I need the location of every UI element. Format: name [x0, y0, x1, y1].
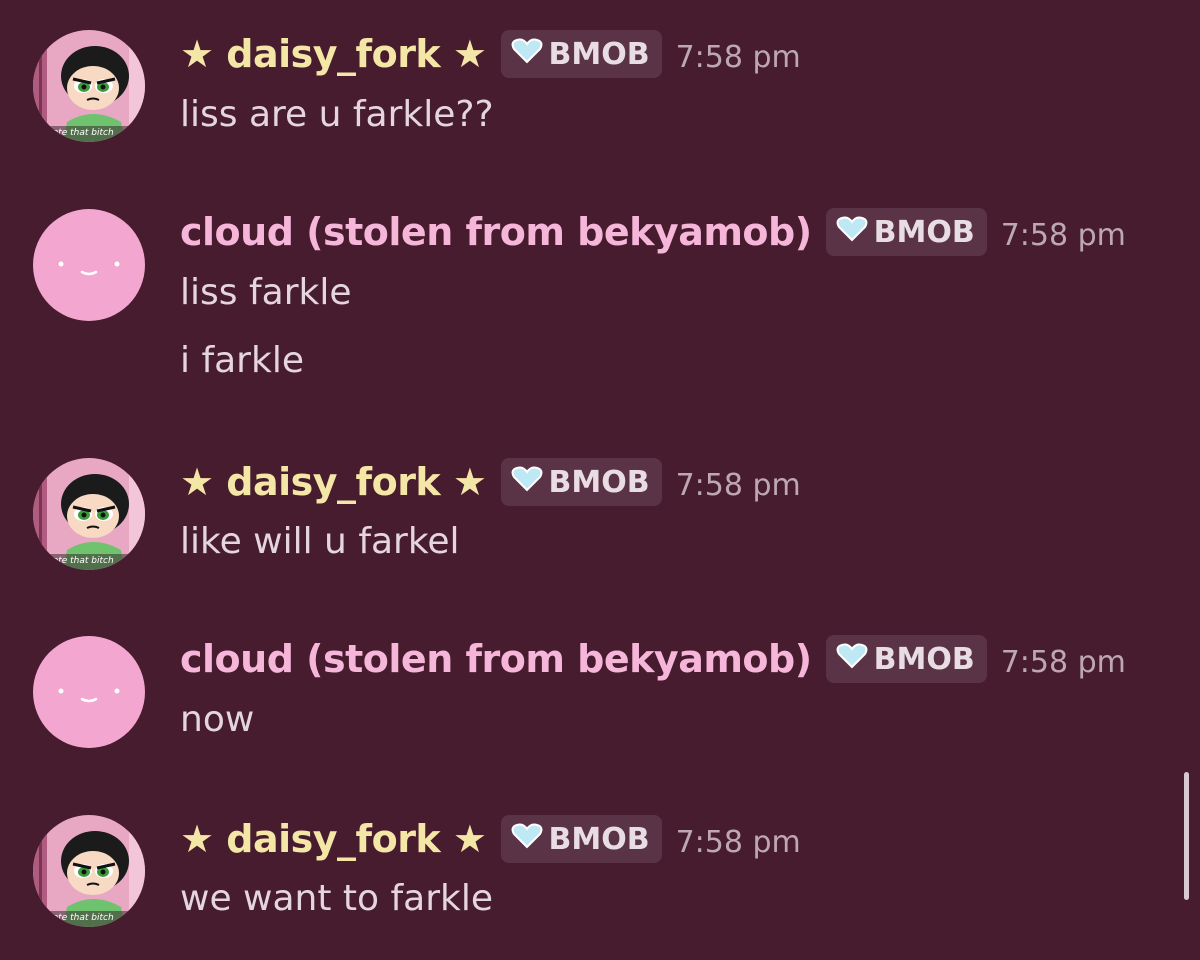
heart-icon — [511, 465, 543, 500]
avatar[interactable]: hate that bitch — [33, 30, 145, 142]
username[interactable]: cloud (stolen from bekyamob) — [180, 637, 812, 681]
role-badge[interactable]: BMOB — [825, 635, 987, 683]
heart-icon — [511, 822, 543, 857]
role-badge[interactable]: BMOB — [500, 458, 662, 506]
message-text: now — [180, 699, 255, 740]
buttercup-avatar-icon — [33, 458, 145, 570]
buttercup-avatar-icon — [33, 815, 145, 927]
timestamp: 7:58 pm — [675, 39, 801, 75]
username[interactable]: cloud (stolen from bekyamob) — [180, 210, 812, 254]
message-text: like will u farkel — [180, 521, 460, 562]
message-header: ★ daisy_fork ★ BMOB 7:58 pm — [180, 456, 801, 508]
cloud-face-avatar-icon — [33, 636, 145, 748]
badge-label: BMOB — [548, 36, 650, 72]
username[interactable]: ★ daisy_fork ★ — [180, 32, 487, 76]
timestamp: 7:58 pm — [675, 467, 801, 503]
avatar[interactable] — [33, 209, 145, 321]
badge-label: BMOB — [873, 641, 975, 677]
avatar-caption: hate that bitch — [47, 913, 114, 923]
heart-icon — [836, 215, 868, 250]
scrollbar[interactable] — [1184, 772, 1189, 900]
badge-label: BMOB — [873, 214, 975, 250]
badge-label: BMOB — [548, 821, 650, 857]
badge-label: BMOB — [548, 464, 650, 500]
avatar-caption: hate that bitch — [47, 556, 114, 566]
role-badge[interactable]: BMOB — [500, 815, 662, 863]
avatar[interactable] — [33, 636, 145, 748]
buttercup-avatar-icon — [33, 30, 145, 142]
message-text: liss are u farkle?? — [180, 94, 494, 135]
heart-icon — [511, 37, 543, 72]
timestamp: 7:58 pm — [1000, 644, 1126, 680]
chat-message-list[interactable]: hate that bitch ★ daisy_fork ★ BMOB 7:58… — [0, 0, 1200, 960]
message-header: ★ daisy_fork ★ BMOB 7:58 pm — [180, 813, 801, 865]
avatar[interactable]: hate that bitch — [33, 458, 145, 570]
message-header: ★ daisy_fork ★ BMOB 7:58 pm — [180, 28, 801, 80]
message-text: we want to farkle — [180, 878, 494, 919]
message-header: cloud (stolen from bekyamob) BMOB 7:58 p… — [180, 206, 1126, 258]
username[interactable]: ★ daisy_fork ★ — [180, 817, 487, 861]
role-badge[interactable]: BMOB — [500, 30, 662, 78]
heart-icon — [836, 642, 868, 677]
avatar[interactable]: hate that bitch — [33, 815, 145, 927]
cloud-face-avatar-icon — [33, 209, 145, 321]
avatar-caption: hate that bitch — [47, 128, 114, 138]
timestamp: 7:58 pm — [1000, 217, 1126, 253]
username[interactable]: ★ daisy_fork ★ — [180, 460, 487, 504]
timestamp: 7:58 pm — [675, 824, 801, 860]
role-badge[interactable]: BMOB — [825, 208, 987, 256]
message-text: liss farkle — [180, 272, 352, 313]
message-header: cloud (stolen from bekyamob) BMOB 7:58 p… — [180, 633, 1126, 685]
message-text: i farkle — [180, 340, 304, 381]
